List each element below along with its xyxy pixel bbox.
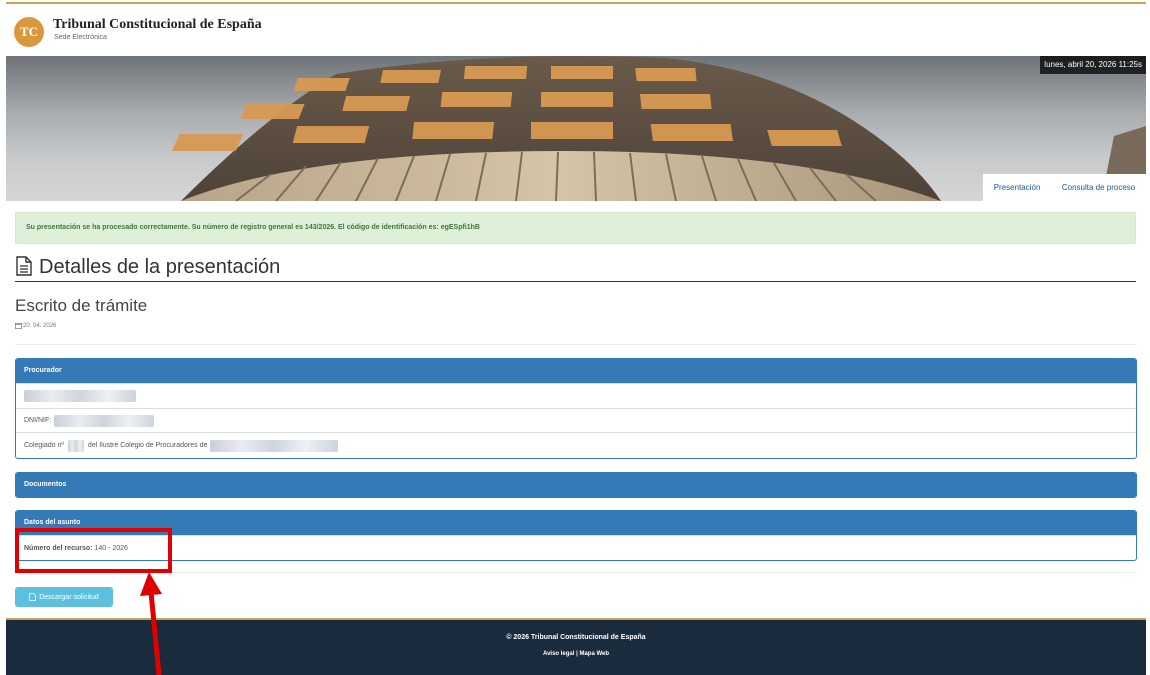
dni-label: DNI/NIF: (24, 417, 52, 424)
file-text-icon (16, 256, 32, 276)
site-footer: © 2026 Tribunal Constitucional de España… (6, 618, 1146, 675)
footer-links: Aviso legal | Mapa Web (6, 651, 1146, 657)
footer-copyright: © 2026 Tribunal Constitucional de España (506, 634, 646, 641)
panel-datos-asunto-heading: Datos del asunto (16, 511, 1136, 535)
site-subtitle: Sede Electrónica (54, 34, 107, 41)
annotation-highlight-box (15, 528, 172, 573)
panel-procurador: Procurador DNI/NIF: Colegiado nº del Ilu… (15, 358, 1137, 459)
submission-date: 20. 04. 2026 (15, 322, 56, 329)
redacted-name (24, 390, 136, 402)
calendar-icon (15, 322, 22, 329)
file-icon (29, 593, 37, 601)
redacted-dni (54, 414, 155, 427)
recurso-row: Número del recurso: 140 - 2026 (16, 535, 1136, 560)
page-title-text: Detalles de la presentación (39, 256, 281, 278)
main-nav: Presentación Consulta de proceso (983, 174, 1146, 201)
panel-documentos: Documentos (15, 472, 1137, 498)
footer-link-mapa-web[interactable]: Mapa Web (579, 651, 609, 657)
footer-link-separator: | (576, 651, 578, 657)
colegiado-middle: del Ilustre Colegio de Procuradores de (87, 442, 208, 449)
panel-documentos-heading: Documentos (16, 473, 1136, 497)
panel-datos-asunto: Datos del asunto Número del recurso: 140… (15, 510, 1137, 561)
submission-date-text: 20. 04. 2026 (23, 322, 57, 329)
redacted-colegio (210, 439, 339, 452)
panel-procurador-heading: Procurador (16, 359, 1136, 383)
redacted-colegiado-number (67, 439, 84, 452)
footer-link-aviso-legal[interactable]: Aviso legal (543, 651, 574, 657)
site-header: TC Tribunal Constitucional de España Sed… (6, 6, 1146, 54)
nav-consulta-proceso[interactable]: Consulta de proceso (1062, 183, 1135, 192)
logo[interactable]: TC (14, 17, 44, 47)
success-alert: Su presentación se ha procesado correcta… (15, 212, 1136, 244)
success-alert-message: Su presentación se ha procesado correcta… (26, 224, 480, 231)
top-gold-line (6, 2, 1146, 4)
divider (15, 572, 1136, 573)
date-time-display: lunes, abril 20, 2026 11:25s (1040, 56, 1146, 74)
colegiado-prefix: Colegiado nº (24, 442, 64, 449)
divider (15, 344, 1136, 345)
download-request-button[interactable]: Descargar solicitud (15, 587, 113, 607)
building-banner-image (171, 56, 1146, 201)
download-request-label: Descargar solicitud (39, 593, 99, 601)
submission-type: Escrito de trámite (15, 296, 148, 315)
page-title: Detalles de la presentación (15, 254, 1136, 282)
nav-presentacion[interactable]: Presentación (994, 183, 1041, 192)
site-name[interactable]: Tribunal Constitucional de España (53, 17, 262, 33)
procurador-dni-row: DNI/NIF: (16, 408, 1136, 432)
procurador-name-row (16, 383, 1136, 408)
procurador-colegiado-row: Colegiado nº del Ilustre Colegio de Proc… (16, 432, 1136, 458)
header-banner: lunes, abril 20, 2026 11:25s Presentació… (6, 56, 1146, 201)
